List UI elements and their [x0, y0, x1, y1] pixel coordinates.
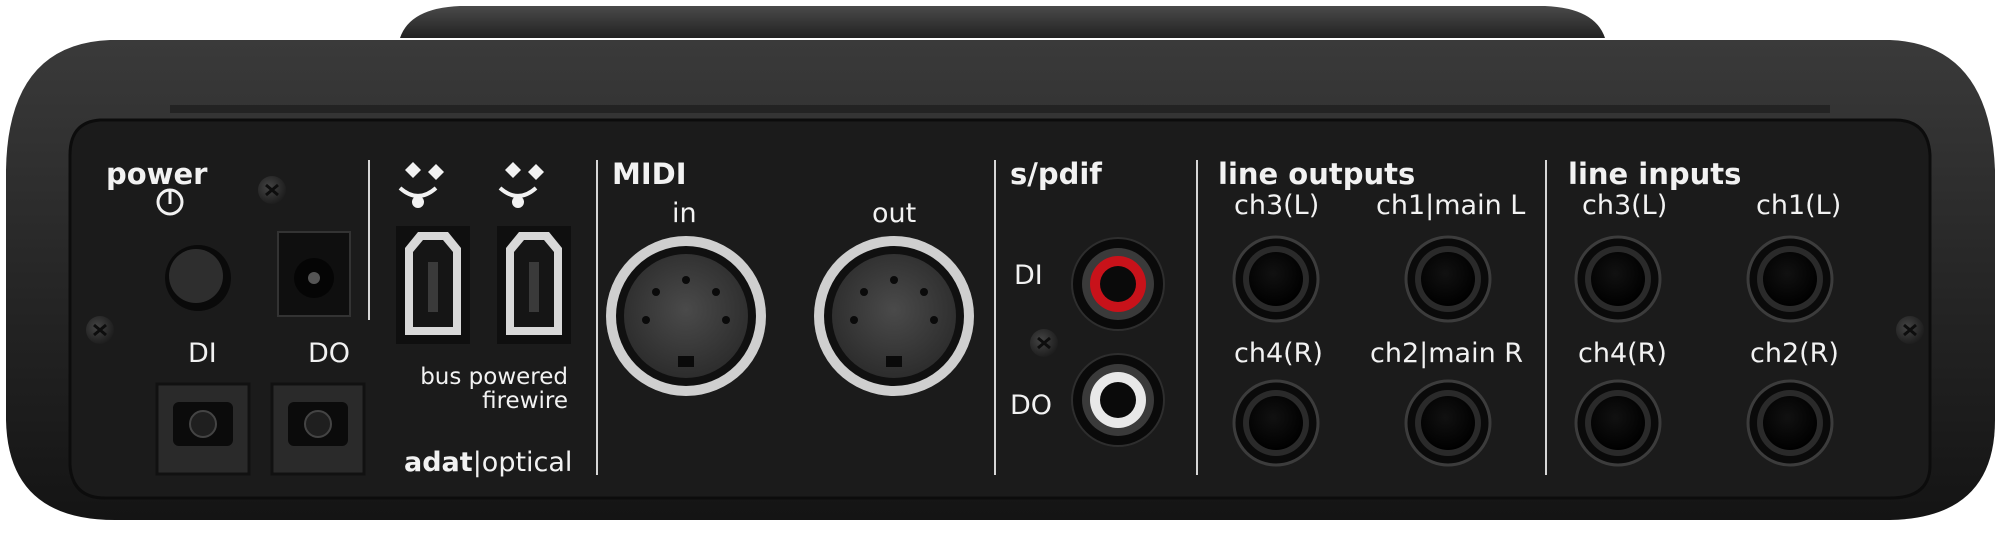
adat-optical-brand: adat|optical — [404, 449, 572, 476]
midi-heading: MIDI — [612, 157, 687, 191]
line-outputs-heading: line outputs — [1218, 157, 1416, 191]
line-out-ch4-label: ch4(R) — [1234, 338, 1323, 369]
line-in-ch3-label: ch3(L) — [1582, 190, 1668, 221]
line-in-ch4-jack — [1574, 379, 1662, 467]
adat-brand-sep: | — [472, 447, 482, 478]
line-out-ch2-label: ch2|main R — [1370, 338, 1524, 369]
line-out-ch2-jack — [1404, 379, 1492, 467]
firewire-port-1 — [396, 226, 470, 344]
spdif-di-label: DI — [1014, 260, 1043, 291]
screw-spdif — [1030, 329, 1058, 357]
adat-di-port — [155, 382, 251, 476]
line-out-ch3-jack — [1232, 235, 1320, 323]
midi-in-port — [606, 236, 766, 396]
screw-power — [258, 176, 286, 204]
top-lip — [400, 6, 1605, 38]
line-out-ch4-jack — [1232, 379, 1320, 467]
power-button — [165, 245, 231, 311]
screw-right — [1896, 316, 1924, 344]
line-out-ch1-jack — [1404, 235, 1492, 323]
dc-power-jack — [277, 231, 351, 317]
midi-out-label: out — [872, 198, 917, 229]
firewire-caption-line1: bus powered — [420, 364, 568, 390]
line-in-ch1-label: ch1(L) — [1756, 190, 1842, 221]
divider-midi-spdif — [994, 160, 996, 475]
screw-left — [86, 316, 114, 344]
line-in-ch2-label: ch2(R) — [1750, 338, 1839, 369]
divider-firewire-midi — [596, 160, 598, 475]
line-out-ch1-label: ch1|main L — [1376, 190, 1526, 221]
divider-power-firewire — [368, 160, 370, 320]
spdif-do-label: DO — [1010, 390, 1053, 421]
spdif-di-rca-jack — [1071, 237, 1165, 331]
line-in-ch1-jack — [1746, 235, 1834, 323]
line-in-ch4-label: ch4(R) — [1578, 338, 1667, 369]
adat-di-label: DI — [188, 338, 217, 369]
divider-lineout-linein — [1545, 160, 1547, 475]
adat-brand-bold: adat — [404, 447, 473, 478]
line-out-ch3-label: ch3(L) — [1234, 190, 1320, 221]
firewire-caption-line2: firewire — [482, 388, 568, 414]
power-heading: power — [106, 157, 208, 191]
spdif-heading: s/pdif — [1010, 157, 1102, 191]
midi-out-port — [814, 236, 974, 396]
line-in-ch2-jack — [1746, 379, 1834, 467]
adat-brand-light: optical — [481, 447, 573, 478]
line-in-ch3-jack — [1574, 235, 1662, 323]
firewire-port-2 — [497, 226, 571, 344]
audio-interface-rear-panel: power DI DO adat|optical bus powered fir… — [0, 0, 2000, 545]
divider-spdif-lineout — [1196, 160, 1198, 475]
line-inputs-heading: line inputs — [1568, 157, 1742, 191]
adat-do-port — [270, 382, 366, 476]
adat-do-label: DO — [308, 338, 351, 369]
midi-in-label: in — [672, 198, 697, 229]
spdif-do-rca-jack — [1071, 353, 1165, 447]
device-illustration — [6, 6, 1995, 520]
